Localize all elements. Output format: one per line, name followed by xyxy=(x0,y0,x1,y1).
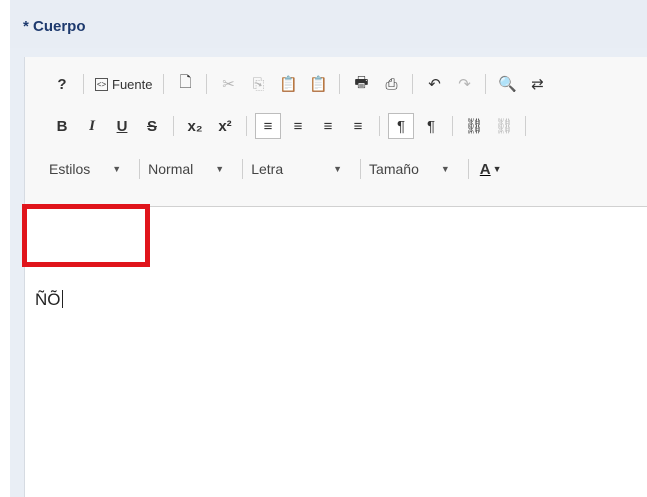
replace-icon[interactable]: ⇄ xyxy=(524,71,550,97)
rich-text-editor: ? <> Fuente 🗋 ✂ ⎘ 📋 📋 🖶 ⎙ ↶ ↷ 🔍 ⇄ B I U … xyxy=(24,57,647,497)
chevron-down-icon: ▼ xyxy=(333,164,343,174)
toolbar-separator xyxy=(206,74,208,94)
toolbar-separator xyxy=(452,116,453,136)
styles-label: Estilos xyxy=(49,161,91,177)
toolbar-separator xyxy=(525,116,526,136)
format-label: Normal xyxy=(148,161,194,177)
superscript-button[interactable]: x² xyxy=(212,113,238,139)
unlink-icon[interactable]: ⛓ xyxy=(491,113,517,139)
styles-dropdown[interactable]: Estilos ▼ xyxy=(49,156,135,182)
subscript-button[interactable]: x₂ xyxy=(182,113,208,139)
rtl-button[interactable]: ¶ xyxy=(418,113,444,139)
annotation-highlight-box xyxy=(22,204,150,267)
help-button[interactable]: ? xyxy=(49,71,75,97)
source-button[interactable]: <> Fuente xyxy=(92,71,155,97)
toolbar-row-1: ? <> Fuente 🗋 ✂ ⎘ 📋 📋 🖶 ⎙ ↶ ↷ 🔍 ⇄ xyxy=(25,67,647,101)
align-left-button[interactable]: ≡ xyxy=(255,113,281,139)
print-icon[interactable]: 🖶 xyxy=(348,71,374,97)
toolbar-separator xyxy=(485,74,487,94)
link-icon[interactable]: ⛓ xyxy=(461,113,487,139)
bold-button[interactable]: B xyxy=(49,113,75,139)
redo-icon[interactable]: ↷ xyxy=(451,71,477,97)
italic-button[interactable]: I xyxy=(79,113,105,139)
chevron-down-icon: ▼ xyxy=(440,164,450,174)
size-dropdown[interactable]: Tamaño ▼ xyxy=(369,156,464,182)
toolbar-separator xyxy=(379,116,380,136)
editor-text: ÑÕ xyxy=(35,290,63,309)
toolbar-separator xyxy=(339,74,341,94)
toolbar-separator xyxy=(467,159,469,179)
toolbar-separator xyxy=(173,116,174,136)
toolbar-separator xyxy=(246,116,247,136)
size-label: Tamaño xyxy=(369,161,419,177)
templates-icon[interactable]: ⎙ xyxy=(378,71,404,97)
toolbar-row-2: B I U S x₂ x² ≡ ≡ ≡ ≡ ¶ ¶ ⛓ ⛓ xyxy=(25,109,647,143)
font-dropdown[interactable]: Letra ▼ xyxy=(251,156,356,182)
paste-icon[interactable]: 📋 xyxy=(275,71,301,97)
undo-icon[interactable]: ↶ xyxy=(421,71,447,97)
toolbar-separator xyxy=(83,74,84,94)
toolbar-separator xyxy=(360,159,362,179)
field-label: * Cuerpo xyxy=(23,18,86,35)
text-color-button[interactable]: A ▼ xyxy=(477,156,505,182)
toolbar-separator xyxy=(139,159,141,179)
toolbar-row-3: Estilos ▼ Normal ▼ Letra ▼ Tamaño ▼ A ▼ xyxy=(25,152,647,186)
toolbar-separator xyxy=(163,74,165,94)
format-dropdown[interactable]: Normal ▼ xyxy=(148,156,238,182)
paste-text-icon[interactable]: 📋 xyxy=(305,71,331,97)
toolbar-separator xyxy=(412,74,414,94)
new-page-icon[interactable]: 🗋 xyxy=(172,71,198,97)
chevron-down-icon: ▼ xyxy=(492,164,502,174)
toolbar-separator xyxy=(242,159,244,179)
chevron-down-icon: ▼ xyxy=(112,164,122,174)
find-icon[interactable]: 🔍 xyxy=(494,71,520,97)
align-center-button[interactable]: ≡ xyxy=(285,113,311,139)
align-right-button[interactable]: ≡ xyxy=(315,113,341,139)
font-label: Letra xyxy=(251,161,284,177)
source-label: Fuente xyxy=(112,76,153,92)
field-header: * Cuerpo xyxy=(10,0,647,48)
editor-toolbar: ? <> Fuente 🗋 ✂ ⎘ 📋 📋 🖶 ⎙ ↶ ↷ 🔍 ⇄ B I U … xyxy=(25,57,647,207)
underline-button[interactable]: U xyxy=(109,113,135,139)
text-caret xyxy=(61,290,63,308)
justify-button[interactable]: ≡ xyxy=(345,113,371,139)
ltr-button[interactable]: ¶ xyxy=(388,113,414,139)
copy-icon[interactable]: ⎘ xyxy=(245,71,271,97)
chevron-down-icon: ▼ xyxy=(215,164,225,174)
cut-icon[interactable]: ✂ xyxy=(215,71,241,97)
source-icon: <> xyxy=(95,77,108,91)
text-color-icon: A xyxy=(479,160,491,178)
strikethrough-button[interactable]: S xyxy=(139,113,165,139)
